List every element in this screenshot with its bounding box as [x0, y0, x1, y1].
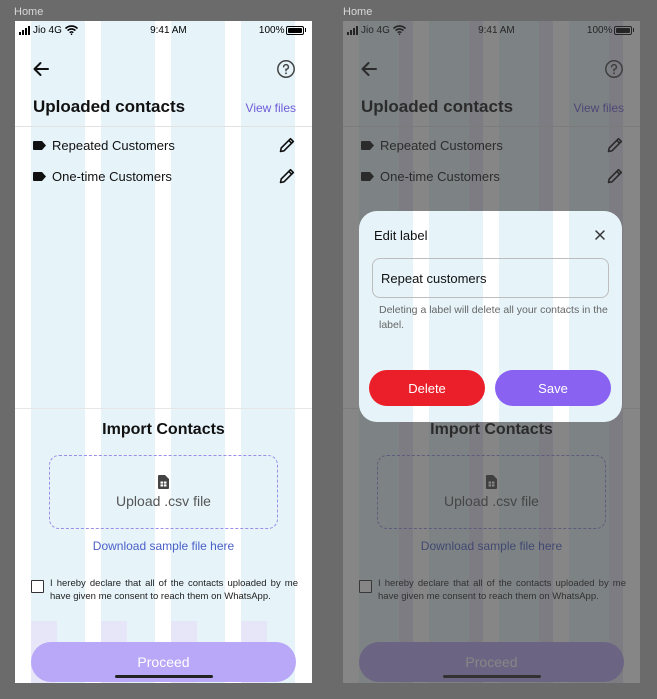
header-divider	[15, 126, 312, 127]
consent-text: I hereby declare that all of the contact…	[50, 578, 298, 602]
signal-icon	[19, 25, 30, 35]
tag-icon	[33, 171, 46, 181]
phone-screen: Jio 4G 9:41 AM 100%	[15, 21, 312, 683]
download-sample-link[interactable]: Download sample file here	[15, 539, 312, 553]
battery-icon	[285, 25, 304, 35]
phone-screen: Jio 4G 9:41 AM 100%	[343, 21, 640, 683]
label-name-input[interactable]	[372, 258, 609, 298]
wifi-icon	[64, 25, 78, 35]
consent-checkbox[interactable]	[31, 580, 44, 593]
page-title: Uploaded contacts	[33, 97, 186, 116]
upload-label: Upload .csv file	[116, 493, 211, 509]
battery-percent: 100%	[258, 24, 285, 36]
import-title: Import Contacts	[102, 421, 225, 438]
frame-label: Home	[343, 6, 373, 18]
edit-label-modal: Edit label Deleting a label will delete …	[359, 211, 622, 422]
help-icon[interactable]	[276, 59, 296, 79]
label-item-onetime[interactable]: One-time Customers	[33, 166, 296, 186]
close-icon[interactable]	[593, 228, 607, 242]
view-files-link[interactable]: View files	[246, 101, 296, 115]
csv-file-icon	[158, 475, 169, 489]
frame-label: Home	[14, 6, 44, 18]
status-bar: Jio 4G 9:41 AM 100%	[15, 21, 312, 39]
delete-warning-text: Deleting a label will delete all your co…	[379, 304, 608, 331]
tag-icon	[33, 140, 46, 150]
upload-csv-dropzone[interactable]: Upload .csv file	[49, 455, 278, 529]
status-time: 9:41 AM	[150, 24, 187, 36]
home-indicator	[114, 675, 213, 678]
label-name: One-time Customers	[52, 168, 172, 184]
delete-button[interactable]: Delete	[369, 370, 485, 406]
pencil-icon[interactable]	[278, 136, 296, 154]
import-panel: Import Contacts Upload .csv file Downloa…	[15, 408, 312, 683]
back-arrow-icon[interactable]	[31, 59, 51, 79]
label-item-repeated[interactable]: Repeated Customers	[33, 135, 296, 155]
label-name: Repeated Customers	[52, 137, 175, 153]
modal-title: Edit label	[374, 228, 428, 243]
pencil-icon[interactable]	[278, 167, 296, 185]
save-button[interactable]: Save	[495, 370, 611, 406]
carrier-label: Jio 4G	[33, 24, 62, 36]
